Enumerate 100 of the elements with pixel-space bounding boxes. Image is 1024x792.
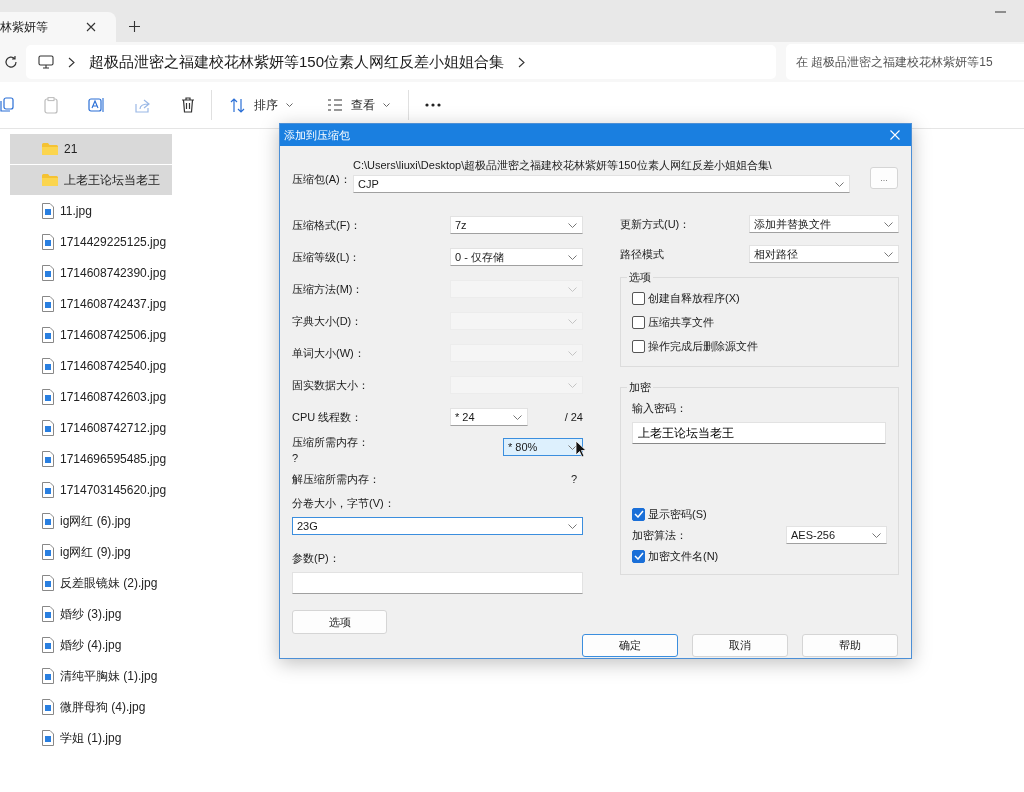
checkbox[interactable]: 操作完成后删除源文件 [632, 338, 887, 354]
checkbox-box[interactable] [632, 339, 645, 353]
dropdown[interactable]: 7z [450, 216, 583, 234]
image-file-icon [42, 575, 54, 591]
field-label: 加密算法： [632, 527, 687, 543]
image-file-icon [42, 358, 54, 374]
file-item[interactable]: 婚纱 (3).jpg [10, 599, 172, 629]
checkbox[interactable]: 创建自释放程序(X) [632, 290, 887, 306]
memory-value: ? [570, 473, 577, 485]
caret-icon [513, 414, 522, 420]
checkbox-box[interactable] [632, 291, 645, 305]
search-field[interactable]: 在 超极品泄密之福建校花林紫妍等15 [786, 44, 1024, 80]
checkbox[interactable]: 显示密码(S) [632, 506, 887, 522]
image-file-icon [42, 730, 54, 746]
more-icon[interactable] [425, 103, 441, 107]
checkbox-box[interactable] [632, 507, 645, 521]
dropdown[interactable]: 0 - 仅存储 [450, 248, 583, 266]
group-title: 选项 [627, 270, 653, 285]
dropdown[interactable]: AES-256 [786, 526, 887, 544]
file-item[interactable]: 1714703145620.jpg [10, 475, 172, 505]
file-item[interactable]: 1714608742540.jpg [10, 351, 172, 381]
dropdown[interactable]: * 80% [503, 438, 583, 456]
caret-icon [286, 103, 293, 107]
caret-icon [383, 103, 390, 107]
file-item[interactable]: 1714608742506.jpg [10, 320, 172, 350]
file-name: 1714696595485.jpg [60, 452, 167, 466]
delete-icon[interactable] [181, 97, 195, 113]
view-button[interactable]: 查看 [325, 92, 392, 118]
file-name: 1714608742603.jpg [60, 390, 167, 404]
file-item[interactable]: 1714608742437.jpg [10, 289, 172, 319]
file-item[interactable]: 1714608742712.jpg [10, 413, 172, 443]
rename-icon[interactable] [88, 97, 105, 113]
file-name: 1714608742506.jpg [60, 328, 167, 342]
image-file-icon [42, 544, 54, 560]
refresh-icon[interactable] [4, 55, 18, 69]
file-name: ig网红 (9).jpg [60, 543, 131, 561]
new-tab-icon[interactable] [129, 20, 140, 32]
file-item[interactable]: 1714429225125.jpg [10, 227, 172, 257]
image-file-icon [42, 234, 54, 250]
copy-icon[interactable] [0, 97, 14, 113]
field-label: 字典大小(D)： [292, 313, 363, 329]
caret-icon [872, 532, 881, 538]
file-item[interactable]: 反差眼镜妹 (2).jpg [10, 568, 172, 598]
group-title: 加密 [627, 380, 653, 395]
file-item[interactable]: 清纯平胸妹 (1).jpg [10, 661, 172, 691]
sort-icon [230, 97, 246, 113]
file-name: 21 [64, 142, 78, 156]
caret-icon [568, 286, 577, 292]
caret-icon [884, 251, 893, 257]
mouse-pointer-icon [575, 440, 587, 458]
dialog-button[interactable]: 取消 [692, 634, 788, 657]
file-name: 微胖母狗 (4).jpg [60, 698, 146, 716]
field-label: 输入密码： [632, 401, 688, 416]
field-label: 压缩所需内存： [292, 435, 369, 450]
image-file-icon [42, 327, 54, 343]
archive-name-combo[interactable]: CJP [353, 175, 850, 193]
checkbox-box[interactable] [632, 315, 645, 329]
image-file-icon [42, 668, 54, 684]
file-item[interactable]: 上老王论坛当老王 [10, 165, 172, 195]
close-icon[interactable] [86, 22, 96, 32]
file-item[interactable]: ig网红 (6).jpg [10, 506, 172, 536]
caret-icon [568, 318, 577, 324]
dialog-button[interactable]: 确定 [582, 634, 678, 657]
parameters-field[interactable] [292, 572, 583, 594]
volume-size-combo[interactable]: 23G [292, 517, 583, 535]
field-label: 压缩包(A)： [292, 172, 352, 187]
file-item[interactable]: 1714608742390.jpg [10, 258, 172, 288]
checkbox[interactable]: 加密文件名(N) [632, 548, 887, 564]
field-label: 路径模式 [620, 246, 664, 262]
folder-icon [42, 174, 58, 186]
file-name: 学姐 (1).jpg [60, 729, 122, 747]
file-name: 上老王论坛当老王 [64, 171, 160, 189]
file-item[interactable]: 微胖母狗 (4).jpg [10, 692, 172, 722]
dropdown[interactable]: 添加并替换文件 [749, 215, 899, 233]
file-item[interactable]: 21 [10, 134, 172, 164]
dropdown[interactable]: 相对路径 [749, 245, 899, 263]
file-item[interactable]: 1714696595485.jpg [10, 444, 172, 474]
file-item[interactable]: 婚纱 (4).jpg [10, 630, 172, 660]
options-button[interactable]: 选项 [292, 610, 387, 634]
field-label: 解压缩所需内存： [292, 471, 380, 487]
file-name: 1714608742437.jpg [60, 297, 167, 311]
checkbox[interactable]: 压缩共享文件 [632, 314, 887, 330]
caret-icon [568, 254, 577, 260]
password-field[interactable]: 上老王论坛当老王 [632, 422, 886, 444]
file-name: 清纯平胸妹 (1).jpg [60, 667, 158, 685]
field-label: 单词大小(W)： [292, 345, 365, 361]
field-label: CPU 线程数： [292, 409, 363, 425]
checkbox-box[interactable] [632, 549, 645, 563]
file-item[interactable]: ig网红 (9).jpg [10, 537, 172, 567]
file-item[interactable]: 11.jpg [10, 196, 172, 226]
address-bar[interactable]: 超极品泄密之福建校花林紫妍等150位素人网红反差小姐姐合集 [26, 45, 776, 79]
browse-button[interactable]: ... [870, 167, 898, 189]
file-item[interactable]: 1714608742603.jpg [10, 382, 172, 412]
browser-tab[interactable]: 林紫妍等 [0, 12, 116, 42]
sort-button[interactable]: 排序 [228, 92, 295, 118]
dropdown[interactable]: * 24 [450, 408, 528, 426]
dialog-button[interactable]: 帮助 [802, 634, 898, 657]
caret-icon [568, 523, 577, 529]
chevron-icon[interactable] [518, 56, 526, 68]
file-item[interactable]: 学姐 (1).jpg [10, 723, 172, 753]
